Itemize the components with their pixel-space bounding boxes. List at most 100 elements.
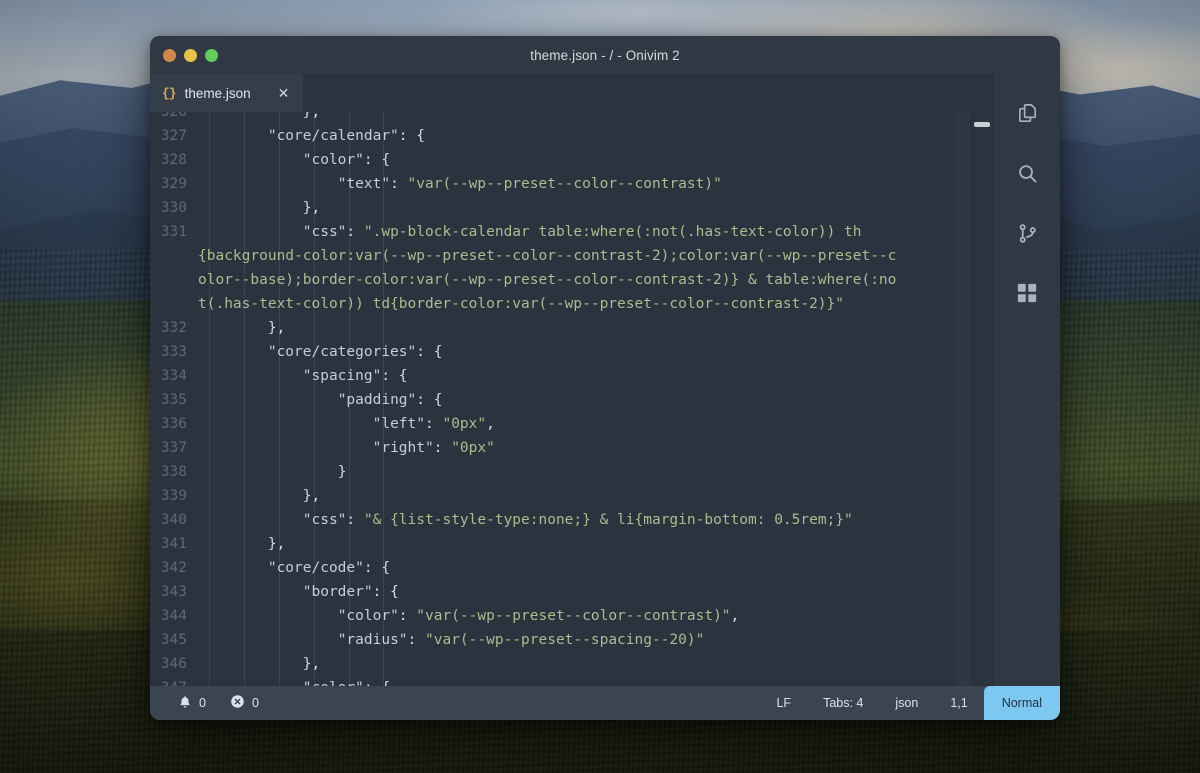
notifications-status[interactable]: 0 (166, 686, 218, 720)
line-number: 336 (150, 412, 198, 436)
indentation-status[interactable]: Tabs: 4 (807, 686, 879, 720)
line-number: 345 (150, 628, 198, 652)
bell-icon (178, 695, 192, 712)
code-line-text: "color": { (198, 676, 970, 686)
vertical-scrollbar[interactable] (970, 112, 994, 686)
line-number: 335 (150, 388, 198, 412)
code-line: 335 "padding": { (150, 388, 970, 412)
line-number: 343 (150, 580, 198, 604)
code-line: olor--base);border-color:var(--wp--prese… (150, 268, 970, 292)
search-icon[interactable] (1010, 156, 1044, 190)
files-icon[interactable] (1010, 96, 1044, 130)
code-line: 329 "text": "var(--wp--preset--color--co… (150, 172, 970, 196)
code-line-text: "css": ".wp-block-calendar table:where(:… (198, 220, 970, 244)
line-number: 341 (150, 532, 198, 556)
tab-label: theme.json (185, 86, 251, 101)
code-line-text: "border": { (198, 580, 970, 604)
line-number: 333 (150, 340, 198, 364)
problems-count: 0 (252, 696, 259, 710)
minimize-window-button[interactable] (184, 49, 197, 62)
status-bar: 0 0 LF Tabs: 4 json 1,1 Normal (150, 686, 1060, 720)
language-status[interactable]: json (879, 686, 934, 720)
code-line: 346 }, (150, 652, 970, 676)
code-line-text: "core/calendar": { (198, 124, 970, 148)
code-line-text: {background-color:var(--wp--preset--colo… (198, 244, 970, 268)
traffic-lights (150, 49, 218, 62)
code-line: 332 }, (150, 316, 970, 340)
code-line-text: "padding": { (198, 388, 970, 412)
code-line-text: "left": "0px", (198, 412, 970, 436)
code-line: 340 "css": "& {list-style-type:none;} & … (150, 508, 970, 532)
code-line: 344 "color": "var(--wp--preset--color--c… (150, 604, 970, 628)
code-line: 326 }, (150, 112, 970, 124)
code-line: 328 "color": { (150, 148, 970, 172)
line-number: 342 (150, 556, 198, 580)
code-line-text: "color": "var(--wp--preset--color--contr… (198, 604, 970, 628)
code-line: {background-color:var(--wp--preset--colo… (150, 244, 970, 268)
line-number: 334 (150, 364, 198, 388)
editor-area[interactable]: 326 },327 "core/calendar": {328 "color":… (150, 112, 994, 686)
code-line-text: "css": "& {list-style-type:none;} & li{m… (198, 508, 970, 532)
code-line: 341 }, (150, 532, 970, 556)
editor-mode-badge: Normal (984, 686, 1060, 720)
window-title: theme.json - / - Onivim 2 (150, 48, 1060, 63)
code-line-text: "core/code": { (198, 556, 970, 580)
close-icon[interactable]: ✕ (278, 86, 290, 100)
status-bar-right: LF Tabs: 4 json 1,1 Normal (760, 686, 1060, 720)
line-number: 331 (150, 220, 198, 244)
code-line: 336 "left": "0px", (150, 412, 970, 436)
tab-theme-json[interactable]: {} theme.json ✕ (150, 74, 303, 112)
code-line: 337 "right": "0px" (150, 436, 970, 460)
editor-column: {} theme.json ✕ 326 },327 "core/calendar… (150, 74, 994, 686)
status-bar-left: 0 0 (150, 686, 271, 720)
json-braces-icon: {} (162, 86, 176, 101)
minimap[interactable] (956, 112, 970, 686)
code-line-text: }, (198, 484, 970, 508)
code-line-text: }, (198, 532, 970, 556)
window-title-bar[interactable]: theme.json - / - Onivim 2 (150, 36, 1060, 74)
extensions-icon[interactable] (1010, 276, 1044, 310)
code-line: 338 } (150, 460, 970, 484)
code-line: 345 "radius": "var(--wp--preset--spacing… (150, 628, 970, 652)
line-number: 326 (150, 112, 198, 124)
code-line-text: "core/categories": { (198, 340, 970, 364)
code-line-text: }, (198, 652, 970, 676)
code-line-text: "right": "0px" (198, 436, 970, 460)
maximize-window-button[interactable] (205, 49, 218, 62)
code-line: 333 "core/categories": { (150, 340, 970, 364)
cursor-position-status[interactable]: 1,1 (934, 686, 983, 720)
code-line-text: }, (198, 316, 970, 340)
error-circle-icon (230, 694, 245, 712)
scrollbar-thumb[interactable] (974, 122, 990, 127)
line-number: 340 (150, 508, 198, 532)
line-number: 330 (150, 196, 198, 220)
code-line-text: "spacing": { (198, 364, 970, 388)
line-ending-status[interactable]: LF (760, 686, 807, 720)
code-line: 339 }, (150, 484, 970, 508)
line-number: 344 (150, 604, 198, 628)
code-line-text: } (198, 460, 970, 484)
onivim-window: theme.json - / - Onivim 2 {} theme.json … (150, 36, 1060, 720)
line-number: 329 (150, 172, 198, 196)
code-line: 330 }, (150, 196, 970, 220)
problems-status[interactable]: 0 (218, 686, 271, 720)
line-number: 347 (150, 676, 198, 686)
code-line-text: }, (198, 112, 970, 124)
line-number: 339 (150, 484, 198, 508)
line-number: 337 (150, 436, 198, 460)
line-number: 346 (150, 652, 198, 676)
code-line: 334 "spacing": { (150, 364, 970, 388)
line-number: 338 (150, 460, 198, 484)
code-line-text: "text": "var(--wp--preset--color--contra… (198, 172, 970, 196)
notifications-count: 0 (199, 696, 206, 710)
code-line-text: }, (198, 196, 970, 220)
close-window-button[interactable] (163, 49, 176, 62)
code-content[interactable]: 326 },327 "core/calendar": {328 "color":… (150, 112, 970, 686)
line-number: 327 (150, 124, 198, 148)
code-line-text: t(.has-text-color)) td{border-color:var(… (198, 292, 970, 316)
code-line: 342 "core/code": { (150, 556, 970, 580)
code-line-text: olor--base);border-color:var(--wp--prese… (198, 268, 970, 292)
source-control-icon[interactable] (1010, 216, 1044, 250)
code-line-text: "color": { (198, 148, 970, 172)
code-line-text: "radius": "var(--wp--preset--spacing--20… (198, 628, 970, 652)
